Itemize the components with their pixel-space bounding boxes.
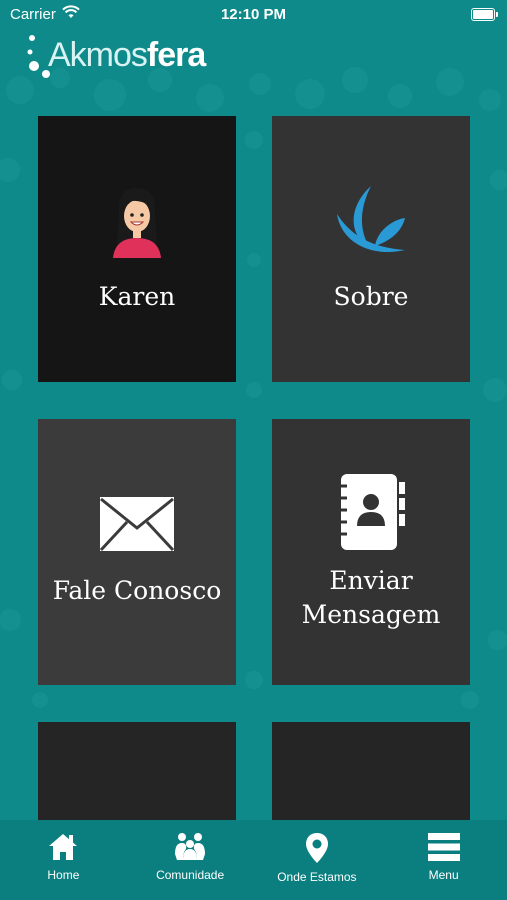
location-pin-icon bbox=[305, 833, 328, 863]
status-bar: Carrier 12:10 PM bbox=[0, 0, 507, 30]
tile-label: Enviar Mensagem bbox=[301, 566, 441, 629]
leaf-logo-icon bbox=[337, 186, 405, 253]
tab-label: Home bbox=[47, 868, 80, 882]
tile-label: Fale Conosco bbox=[52, 576, 222, 605]
tab-home[interactable]: Home bbox=[0, 820, 127, 900]
tab-bar: Home Comunidade Onde Estamos Menu bbox=[0, 820, 507, 900]
tile-partial-right[interactable] bbox=[272, 722, 470, 822]
tab-label: Onde Estamos bbox=[277, 870, 357, 884]
tile-sobre[interactable]: Sobre bbox=[272, 116, 470, 382]
tab-label: Comunidade bbox=[156, 868, 225, 882]
tile-karen[interactable]: Karen bbox=[38, 116, 236, 382]
tab-onde-estamos[interactable]: Onde Estamos bbox=[254, 820, 381, 900]
battery-icon bbox=[471, 8, 498, 21]
tile-label: Sobre bbox=[333, 282, 409, 311]
avatar-icon bbox=[113, 188, 161, 258]
tab-comunidade[interactable]: Comunidade bbox=[127, 820, 254, 900]
tab-label: Menu bbox=[428, 868, 459, 882]
envelope-icon bbox=[99, 497, 175, 552]
hamburger-icon bbox=[427, 833, 460, 861]
tile-enviar-mensagem[interactable]: Enviar Mensagem bbox=[272, 419, 470, 685]
tile-label: Karen bbox=[98, 282, 176, 311]
home-icon bbox=[49, 834, 78, 860]
tile-partial-left[interactable] bbox=[38, 722, 236, 822]
logo-text: Akmosfera bbox=[48, 36, 206, 74]
clock: 12:10 PM bbox=[220, 6, 287, 23]
community-icon bbox=[175, 833, 206, 860]
tab-menu[interactable]: Menu bbox=[380, 820, 507, 900]
tile-fale-conosco[interactable]: Fale Conosco bbox=[38, 419, 236, 685]
contact-book-icon bbox=[337, 474, 405, 550]
app-logo: Akmosfera bbox=[26, 30, 246, 80]
